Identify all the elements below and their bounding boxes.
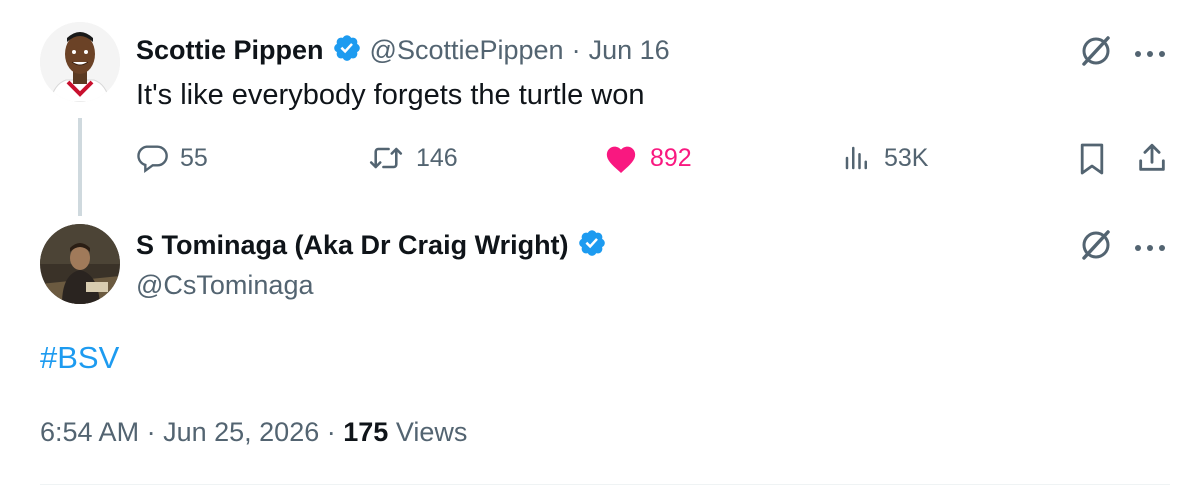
- divider: [40, 484, 1170, 485]
- cstominaga-avatar[interactable]: [40, 224, 120, 304]
- scottie-pippen-avatar[interactable]: [40, 22, 120, 102]
- hashtag-link[interactable]: #BSV: [40, 340, 119, 376]
- views-count: 53K: [884, 143, 929, 172]
- views-count: 175: [343, 417, 389, 447]
- retweet-icon: [368, 142, 404, 174]
- bookmark-icon[interactable]: [1078, 142, 1106, 181]
- tweet-metadata: 6:54 AM · Jun 25, 2026 · 175 Views: [40, 417, 467, 448]
- views-label: Views: [395, 417, 468, 447]
- verified-badge-icon: [332, 33, 362, 68]
- grok-icon[interactable]: [1078, 33, 1114, 74]
- heart-icon: [604, 142, 638, 174]
- more-icon[interactable]: [1133, 240, 1167, 258]
- tweet-date[interactable]: Jun 25, 2026: [163, 417, 319, 447]
- share-icon[interactable]: [1135, 141, 1169, 180]
- like-button[interactable]: 892: [604, 142, 692, 174]
- main-tweet-header: S Tominaga (Aka Dr Craig Wright): [136, 228, 607, 263]
- views-button[interactable]: 53K: [842, 142, 928, 174]
- like-count: 892: [650, 143, 692, 172]
- quoted-tweet-text: It's like everybody forgets the turtle w…: [136, 79, 645, 111]
- author-name[interactable]: Scottie Pippen: [136, 35, 324, 66]
- quoted-tweet-header: Scottie Pippen @ScottiePippen · Jun 16: [136, 33, 670, 68]
- reply-count: 55: [180, 143, 208, 172]
- verified-badge-icon: [577, 228, 607, 263]
- author-handle[interactable]: @ScottiePippen: [370, 35, 564, 66]
- author-handle[interactable]: @CsTominaga: [136, 270, 313, 301]
- retweet-count: 146: [416, 143, 458, 172]
- grok-icon[interactable]: [1078, 227, 1114, 268]
- views-icon: [842, 142, 872, 174]
- separator-dot: ·: [571, 35, 581, 65]
- separator-dot: ·: [146, 417, 156, 447]
- reply-button[interactable]: 55: [136, 142, 208, 174]
- thread-line: [78, 118, 82, 216]
- separator-dot: ·: [326, 417, 336, 447]
- author-name[interactable]: S Tominaga (Aka Dr Craig Wright): [136, 230, 569, 261]
- tweet-date[interactable]: Jun 16: [589, 35, 670, 66]
- reply-icon: [136, 142, 168, 174]
- retweet-button[interactable]: 146: [368, 142, 458, 174]
- more-icon[interactable]: [1133, 46, 1167, 64]
- tweet-time[interactable]: 6:54 AM: [40, 417, 139, 447]
